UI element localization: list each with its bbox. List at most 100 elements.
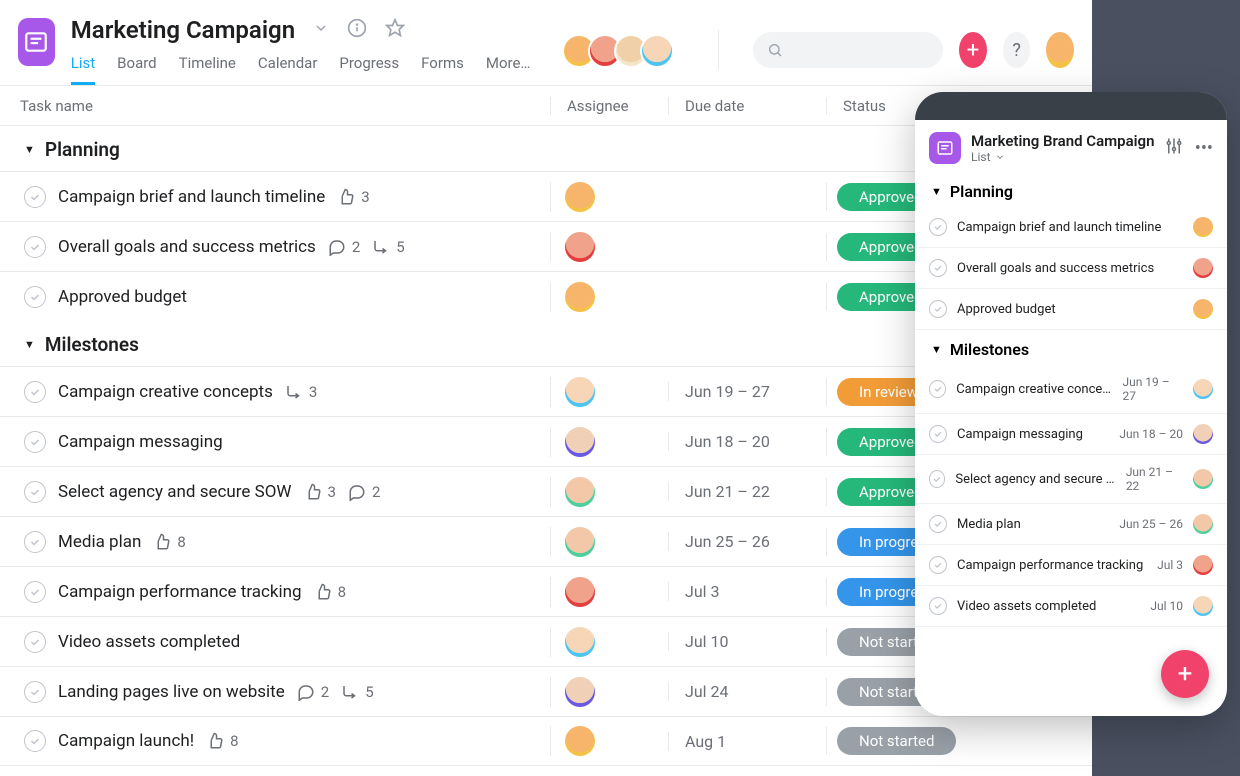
assignee-avatar[interactable] [1193, 424, 1213, 444]
section-name: Planning [45, 138, 120, 161]
assignee-avatar[interactable] [1193, 258, 1213, 278]
mobile-section-header[interactable]: ▼Planning [915, 172, 1227, 207]
due-date[interactable]: Jun 21 – 22 [668, 482, 826, 501]
mobile-add-button[interactable]: + [1161, 650, 1209, 698]
assignee-avatar[interactable] [1193, 514, 1213, 534]
subtasks-count[interactable]: 5 [341, 683, 373, 701]
assignee-avatar[interactable] [1193, 217, 1213, 237]
assignee-avatar[interactable] [1193, 555, 1213, 575]
task-name: Media plan [957, 517, 1109, 532]
due-date[interactable]: Jul 10 [668, 632, 826, 651]
assignee-avatar[interactable] [565, 627, 595, 657]
tab-more-[interactable]: More… [486, 54, 531, 85]
table-row[interactable]: Campaign launch!8Aug 1Not started [0, 716, 1092, 766]
complete-checkbox[interactable] [24, 531, 46, 553]
complete-checkbox[interactable] [929, 556, 947, 574]
subtasks-count[interactable]: 5 [372, 238, 404, 256]
comments-count[interactable]: 2 [328, 238, 360, 256]
mobile-task-row[interactable]: Video assets completedJul 10 [915, 586, 1227, 627]
assignee-avatar[interactable] [1193, 379, 1213, 399]
comments-count[interactable]: 2 [348, 483, 380, 501]
task-name: Landing pages live on website [58, 682, 285, 702]
tab-list[interactable]: List [71, 54, 95, 85]
complete-checkbox[interactable] [24, 236, 46, 258]
search-input[interactable] [753, 32, 943, 68]
mobile-task-row[interactable]: Approved budget [915, 289, 1227, 330]
due-date[interactable]: Jul 24 [668, 682, 826, 701]
due-date[interactable]: Jul 3 [668, 582, 826, 601]
assignee-avatar[interactable] [565, 282, 595, 312]
collaborator-avatars[interactable] [562, 34, 674, 68]
tab-forms[interactable]: Forms [421, 54, 464, 85]
complete-checkbox[interactable] [929, 425, 947, 443]
mobile-section-header[interactable]: ▼Milestones [915, 330, 1227, 365]
more-icon[interactable]: ••• [1195, 138, 1213, 159]
mobile-task-row[interactable]: Campaign brief and launch timeline [915, 207, 1227, 248]
assignee-avatar[interactable] [565, 527, 595, 557]
likes-count[interactable]: 8 [153, 533, 185, 551]
due-date[interactable]: Jun 25 – 26 [668, 532, 826, 551]
task-name: Overall goals and success metrics [957, 261, 1173, 276]
tab-board[interactable]: Board [117, 54, 156, 85]
chevron-down-icon[interactable] [313, 20, 329, 40]
complete-checkbox[interactable] [24, 581, 46, 603]
assignee-avatar[interactable] [565, 232, 595, 262]
tab-timeline[interactable]: Timeline [179, 54, 236, 85]
comments-count[interactable]: 2 [297, 683, 329, 701]
likes-count[interactable]: 8 [314, 583, 346, 601]
assignee-avatar[interactable] [565, 726, 595, 756]
complete-checkbox[interactable] [929, 300, 947, 318]
due-date[interactable]: Jun 18 – 20 [668, 432, 826, 451]
complete-checkbox[interactable] [24, 186, 46, 208]
assignee-avatar[interactable] [565, 182, 595, 212]
due-date: Jun 19 – 27 [1122, 375, 1183, 403]
complete-checkbox[interactable] [24, 631, 46, 653]
mobile-task-row[interactable]: Overall goals and success metrics [915, 248, 1227, 289]
complete-checkbox[interactable] [24, 431, 46, 453]
info-icon[interactable] [347, 18, 367, 42]
complete-checkbox[interactable] [929, 380, 946, 398]
mobile-task-row[interactable]: Campaign creative conceptsJun 19 – 27 [915, 365, 1227, 414]
task-name: Campaign messaging [957, 427, 1109, 442]
star-icon[interactable] [385, 18, 405, 42]
mobile-task-row[interactable]: Campaign performance trackingJul 3 [915, 545, 1227, 586]
likes-count[interactable]: 8 [206, 732, 238, 750]
assignee-avatar[interactable] [1193, 469, 1213, 489]
complete-checkbox[interactable] [24, 286, 46, 308]
complete-checkbox[interactable] [929, 597, 947, 615]
mobile-task-row[interactable]: Campaign messagingJun 18 – 20 [915, 414, 1227, 455]
assignee-avatar[interactable] [565, 427, 595, 457]
assignee-avatar[interactable] [1193, 299, 1213, 319]
assignee-avatar[interactable] [565, 477, 595, 507]
collaborator-avatar[interactable] [640, 34, 674, 68]
complete-checkbox[interactable] [24, 481, 46, 503]
complete-checkbox[interactable] [929, 259, 947, 277]
settings-icon[interactable] [1165, 137, 1183, 159]
assignee-avatar[interactable] [1193, 596, 1213, 616]
due-date[interactable]: Jun 19 – 27 [668, 382, 826, 401]
complete-checkbox[interactable] [24, 730, 46, 752]
subtasks-count[interactable]: 3 [285, 383, 317, 401]
due-date[interactable]: Aug 1 [668, 732, 826, 751]
status-badge[interactable]: Not started [837, 727, 956, 755]
tab-calendar[interactable]: Calendar [258, 54, 318, 85]
assignee-avatar[interactable] [565, 677, 595, 707]
complete-checkbox[interactable] [929, 470, 945, 488]
global-add-button[interactable]: + [959, 32, 987, 68]
complete-checkbox[interactable] [24, 381, 46, 403]
mobile-subview[interactable]: List [971, 150, 1154, 164]
due-date: Jul 10 [1150, 599, 1183, 613]
complete-checkbox[interactable] [24, 681, 46, 703]
likes-count[interactable]: 3 [304, 483, 336, 501]
assignee-avatar[interactable] [565, 577, 595, 607]
user-avatar[interactable] [1046, 32, 1074, 68]
mobile-task-row[interactable]: Media planJun 25 – 26 [915, 504, 1227, 545]
assignee-avatar[interactable] [565, 377, 595, 407]
complete-checkbox[interactable] [929, 515, 947, 533]
mobile-task-row[interactable]: Select agency and secure SOWJun 21 – 22 [915, 455, 1227, 504]
task-name: Select agency and secure SOW [955, 472, 1115, 487]
likes-count[interactable]: 3 [337, 188, 369, 206]
complete-checkbox[interactable] [929, 218, 947, 236]
help-button[interactable]: ? [1003, 32, 1031, 68]
tab-progress[interactable]: Progress [339, 54, 399, 85]
